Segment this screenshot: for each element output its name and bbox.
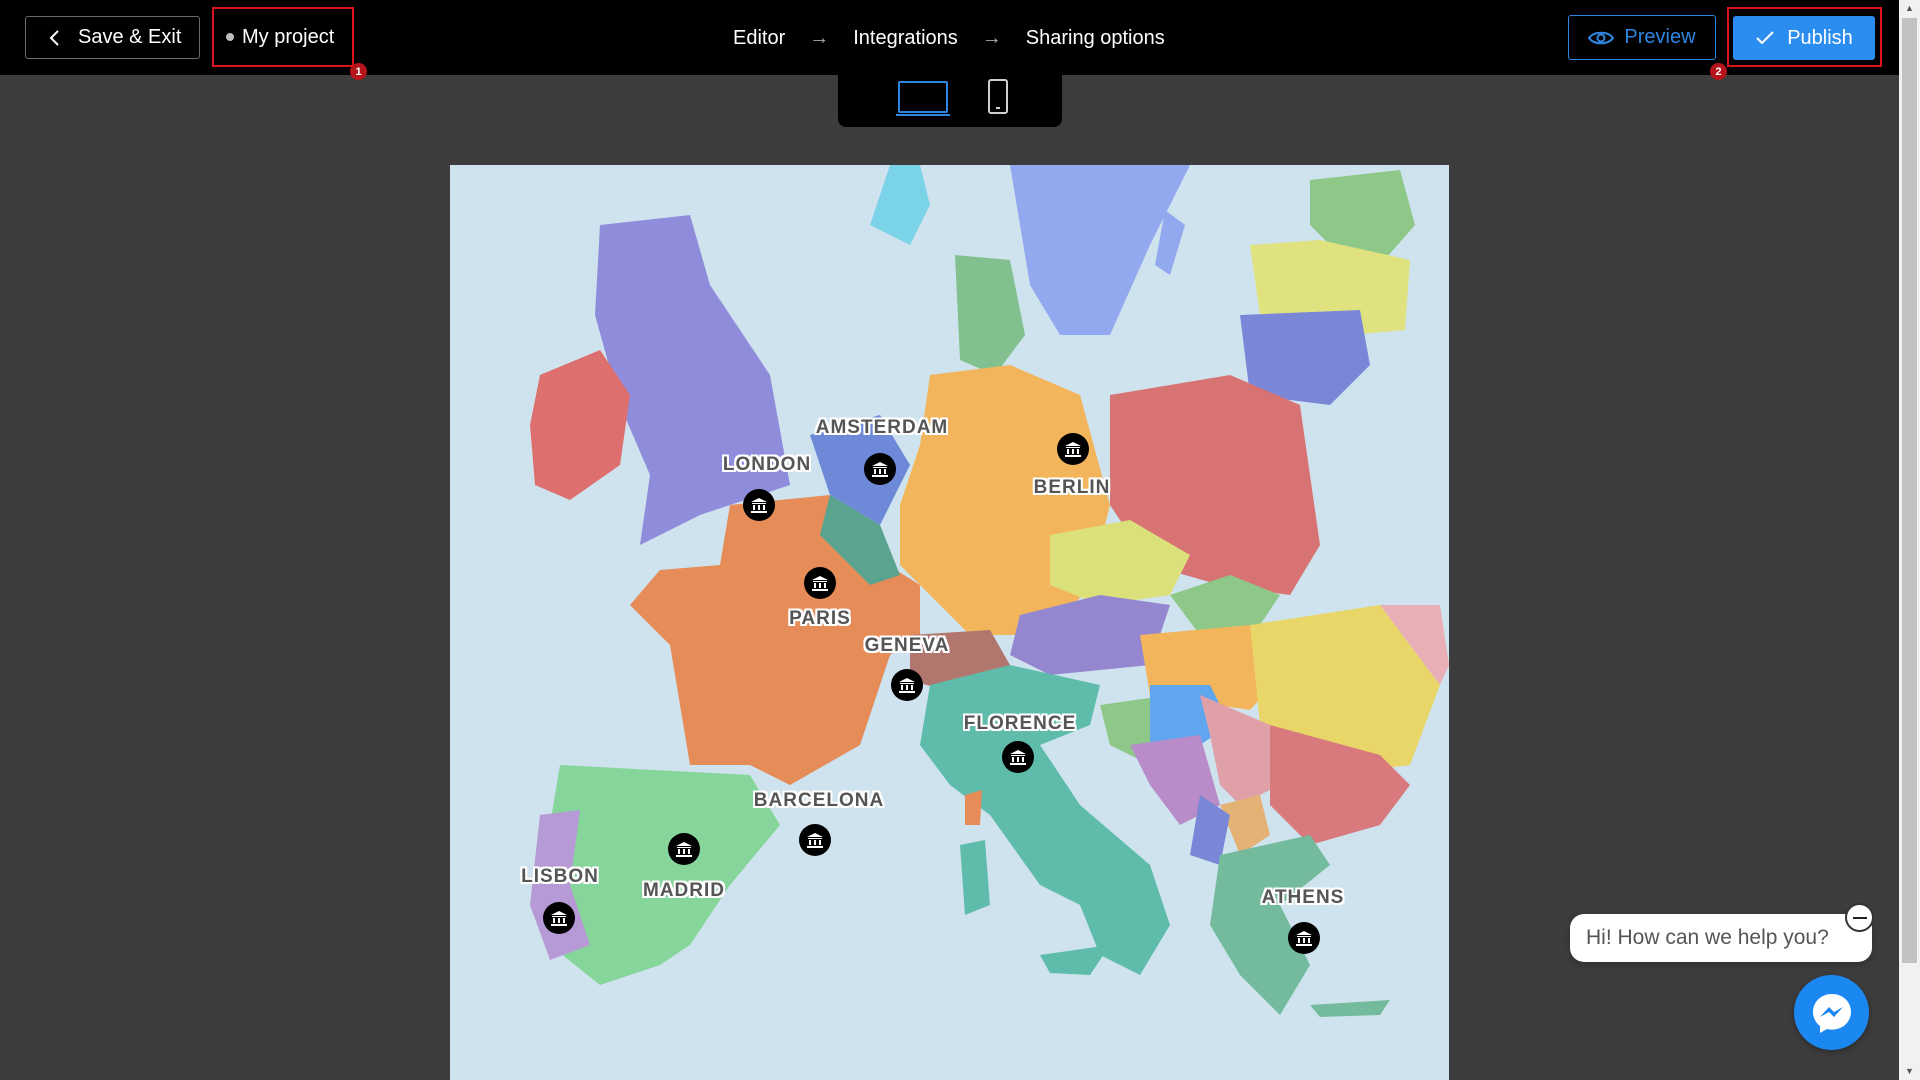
city-marker-florence[interactable] (1002, 741, 1034, 773)
annotation-badge-2: 2 (1710, 63, 1727, 80)
scroll-up-arrow-icon[interactable]: ▲ (1899, 0, 1920, 17)
city-label-paris: PARIS (789, 608, 851, 629)
preview-button[interactable]: Preview (1568, 15, 1716, 60)
museum-icon (1065, 441, 1081, 457)
city-marker-barcelona[interactable] (799, 824, 831, 856)
scroll-down-arrow-icon[interactable]: ▼ (1899, 1063, 1920, 1080)
chat-greeting-bubble[interactable]: Hi! How can we help you? (1570, 914, 1872, 962)
scroll-thumb[interactable] (1902, 18, 1917, 963)
city-label-athens: ATHENS (1261, 887, 1345, 908)
chat-close-button[interactable] (1845, 903, 1874, 932)
publish-highlight: Publish (1727, 7, 1882, 67)
museum-icon (751, 497, 767, 513)
desktop-icon (898, 81, 948, 113)
city-marker-amsterdam[interactable] (864, 453, 896, 485)
preview-label: Preview (1624, 26, 1696, 48)
messenger-launcher-button[interactable] (1794, 975, 1869, 1050)
minus-icon (1852, 916, 1867, 919)
museum-icon (1010, 749, 1026, 765)
city-marker-madrid[interactable] (668, 833, 700, 865)
city-label-berlin: BERLIN (1033, 477, 1111, 498)
mobile-view-button[interactable] (986, 78, 1010, 116)
top-bar: Save & Exit My project 1 Editor → Integr… (0, 0, 1899, 80)
city-label-lisbon: LISBON (521, 866, 599, 887)
arrow-right-icon: → (809, 26, 830, 49)
messenger-icon (1812, 993, 1851, 1033)
save-exit-button[interactable]: Save & Exit (25, 16, 200, 59)
museum-icon (807, 832, 823, 848)
check-icon (1756, 31, 1774, 45)
city-label-geneva: GENEVA (864, 635, 950, 656)
city-label-london: LONDON (722, 454, 812, 475)
museum-icon (899, 677, 915, 693)
workflow-steps: Editor → Integrations → Sharing options (733, 22, 1165, 54)
city-label-florence: FLORENCE (963, 713, 1077, 734)
device-switcher (838, 75, 1062, 127)
chat-greeting-text: Hi! How can we help you? (1586, 926, 1829, 949)
step-integrations[interactable]: Integrations (853, 27, 958, 50)
publish-label: Publish (1787, 26, 1853, 49)
arrow-right-icon: → (981, 26, 1002, 49)
status-dot-icon (226, 33, 234, 41)
city-marker-paris[interactable] (804, 567, 836, 599)
europe-map[interactable]: AMSTERDAM LONDON BERLIN PARIS GENEVA FLO… (450, 165, 1449, 1080)
eye-icon (1588, 31, 1615, 44)
city-marker-geneva[interactable] (891, 669, 923, 701)
city-marker-lisbon[interactable] (543, 902, 575, 934)
museum-icon (676, 841, 692, 857)
museum-icon (812, 575, 828, 591)
city-marker-berlin[interactable] (1057, 433, 1089, 465)
project-name-button[interactable]: My project (212, 7, 354, 67)
page-scrollbar[interactable]: ▲ ▼ (1899, 0, 1920, 1080)
city-label-madrid: MADRID (643, 880, 725, 901)
mobile-icon (988, 79, 1008, 114)
city-label-amsterdam: AMSTERDAM (815, 417, 949, 438)
publish-button[interactable]: Publish (1733, 16, 1875, 60)
step-sharing-options[interactable]: Sharing options (1026, 27, 1165, 50)
desktop-view-button[interactable] (896, 78, 950, 116)
step-editor[interactable]: Editor (733, 27, 785, 50)
museum-icon (551, 910, 567, 926)
project-name: My project (242, 25, 335, 48)
museum-icon (872, 461, 888, 477)
annotation-badge-1: 1 (350, 63, 367, 80)
save-exit-label: Save & Exit (78, 26, 182, 48)
city-marker-london[interactable] (743, 489, 775, 521)
city-marker-athens[interactable] (1288, 922, 1320, 954)
city-label-barcelona: BARCELONA (753, 790, 885, 811)
museum-icon (1296, 930, 1312, 946)
chevron-left-icon (49, 29, 59, 46)
